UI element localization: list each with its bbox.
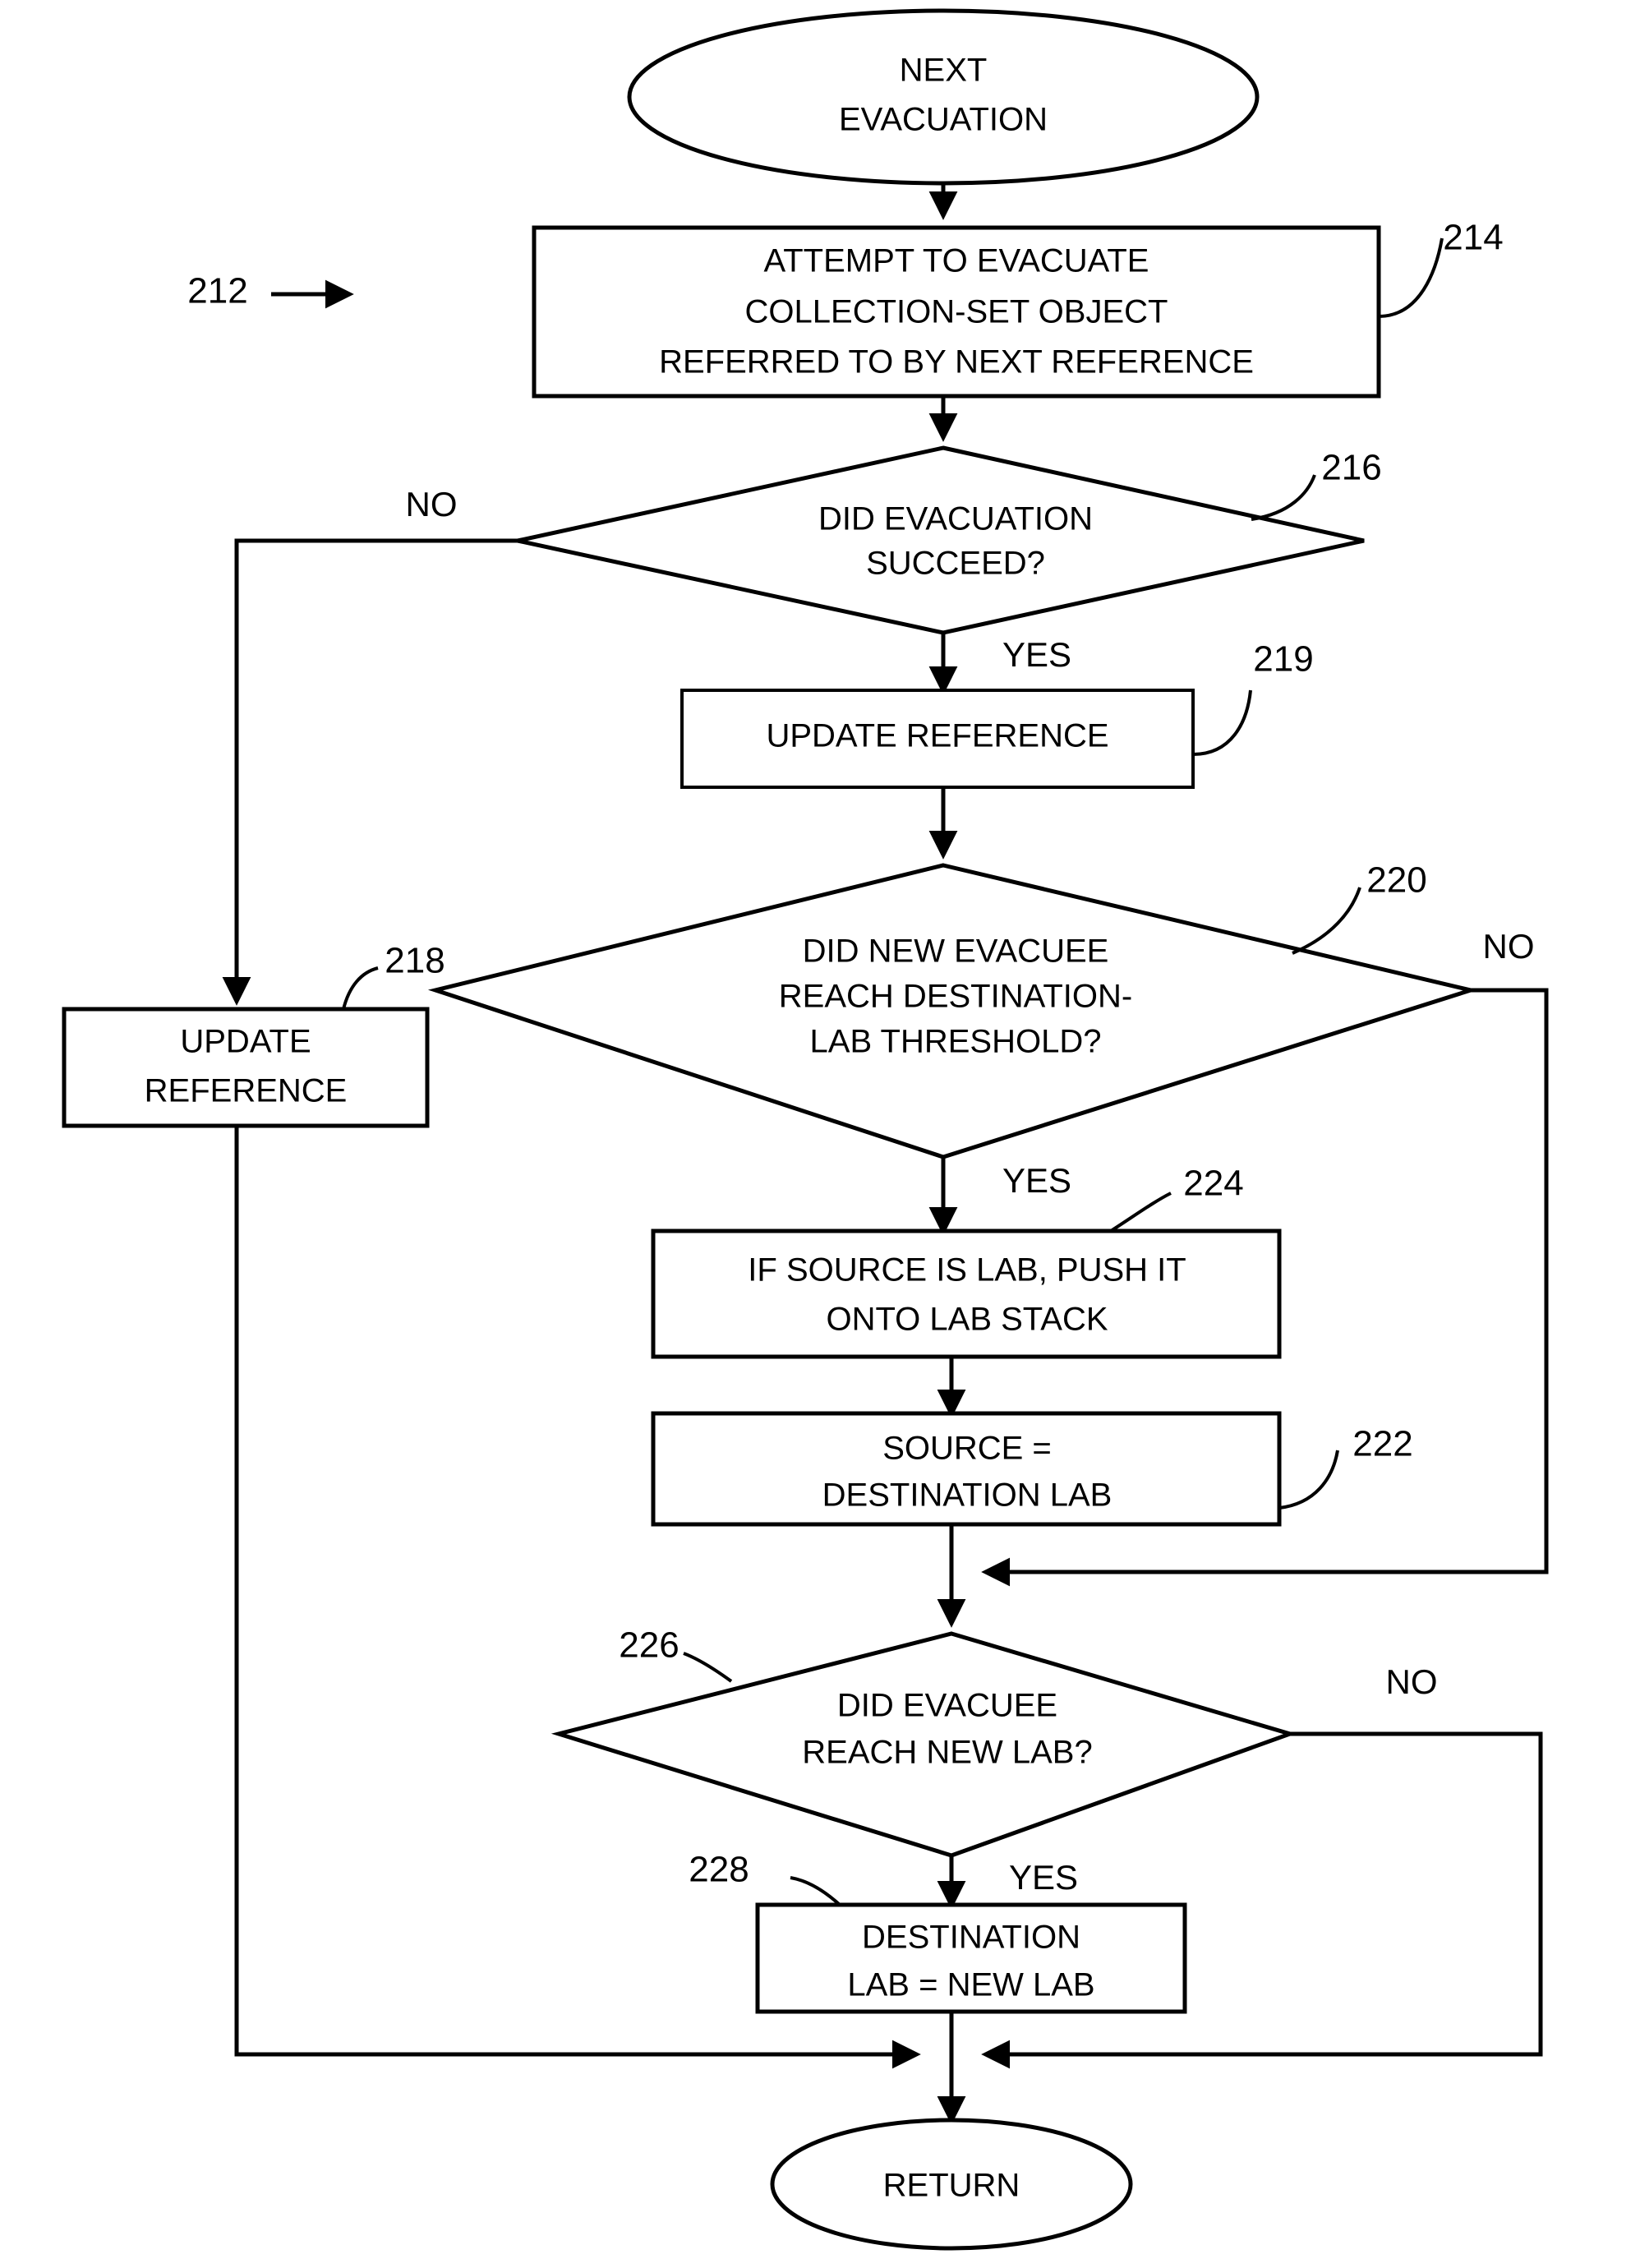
decision-reach-destination-lab-threshold: DID NEW EVACUEE REACH DESTINATION- LAB T… [427,860,1535,1200]
decision-did-evacuation-succeed: DID EVACUATION SUCCEED? 216 NO YES [406,445,1382,674]
decision220-line1: DID NEW EVACUEE [803,933,1109,970]
decision220-line3: LAB THRESHOLD? [810,1024,1102,1060]
diagram-ref-212: 212 [187,271,354,311]
ref-214-label: 214 [1443,218,1503,258]
update218-line2: REFERENCE [145,1073,348,1109]
attempt-line2: COLLECTION-SET OBJECT [745,294,1168,330]
process-update-reference-218: UPDATE REFERENCE 218 [62,941,445,1128]
decision226-no-label: NO [1386,1662,1438,1701]
decision216-yes-label: YES [1002,635,1071,674]
push224-line1: IF SOURCE IS LAB, PUSH IT [748,1252,1186,1288]
start-label-line1: NEXT [900,53,988,89]
process-destination-lab-equals-new-lab: DESTINATION LAB = NEW LAB 228 [689,1850,1187,2014]
process-push-lab-stack: IF SOURCE IS LAB, PUSH IT ONTO LAB STACK… [651,1164,1282,1359]
flowchart-canvas: NEXT EVACUATION 212 ATTEMPT TO EVACUATE … [62,8,1549,2251]
ref-220-label: 220 [1366,860,1426,901]
update218-line1: UPDATE [180,1024,311,1060]
ref-224-label: 224 [1183,1164,1243,1204]
decision220-no-label: NO [1483,927,1535,966]
dest228-line2: LAB = NEW LAB [847,1967,1094,2003]
end-terminator: RETURN [770,2118,1133,2251]
ref-222-label: 222 [1352,1424,1412,1464]
push224-line2: ONTO LAB STACK [826,1302,1108,1338]
process-attempt-evacuate: ATTEMPT TO EVACUATE COLLECTION-SET OBJEC… [532,218,1504,399]
update219-line1: UPDATE REFERENCE [766,718,1108,754]
attempt-line3: REFERRED TO BY NEXT REFERENCE [659,344,1254,380]
flowchart-page: NEXT EVACUATION 212 ATTEMPT TO EVACUATE … [0,0,1640,2268]
source222-line1: SOURCE = [882,1431,1052,1467]
decision216-line2: SUCCEED? [866,546,1045,582]
decision226-yes-label: YES [1009,1858,1078,1897]
ref-228-label: 228 [689,1850,749,1890]
ref-212-label: 212 [187,271,247,311]
start-terminator: NEXT EVACUATION [627,8,1260,186]
decision216-line1: DID EVACUATION [818,501,1093,537]
process-source-equals-destination-lab: SOURCE = DESTINATION LAB 222 [651,1411,1413,1527]
decision226-line1: DID EVACUEE [837,1688,1057,1724]
attempt-line1: ATTEMPT TO EVACUATE [764,243,1149,279]
ref-226-label: 226 [619,1625,679,1666]
decision216-no-label: NO [406,485,458,523]
end-label: RETURN [883,2168,1020,2204]
decision220-line2: REACH DESTINATION- [779,979,1132,1015]
ref-218-label: 218 [385,941,445,981]
start-label-line2: EVACUATION [839,102,1048,138]
process-update-reference-219: UPDATE REFERENCE 219 [680,639,1314,789]
source222-line2: DESTINATION LAB [822,1477,1113,1514]
dest228-line1: DESTINATION [862,1920,1080,1956]
decision226-line2: REACH NEW LAB? [802,1735,1092,1771]
ref-216-label: 216 [1321,448,1381,488]
connector-decision216-no-to-update218 [222,538,518,1006]
ref-219-label: 219 [1253,639,1313,680]
decision220-yes-label: YES [1002,1161,1071,1200]
